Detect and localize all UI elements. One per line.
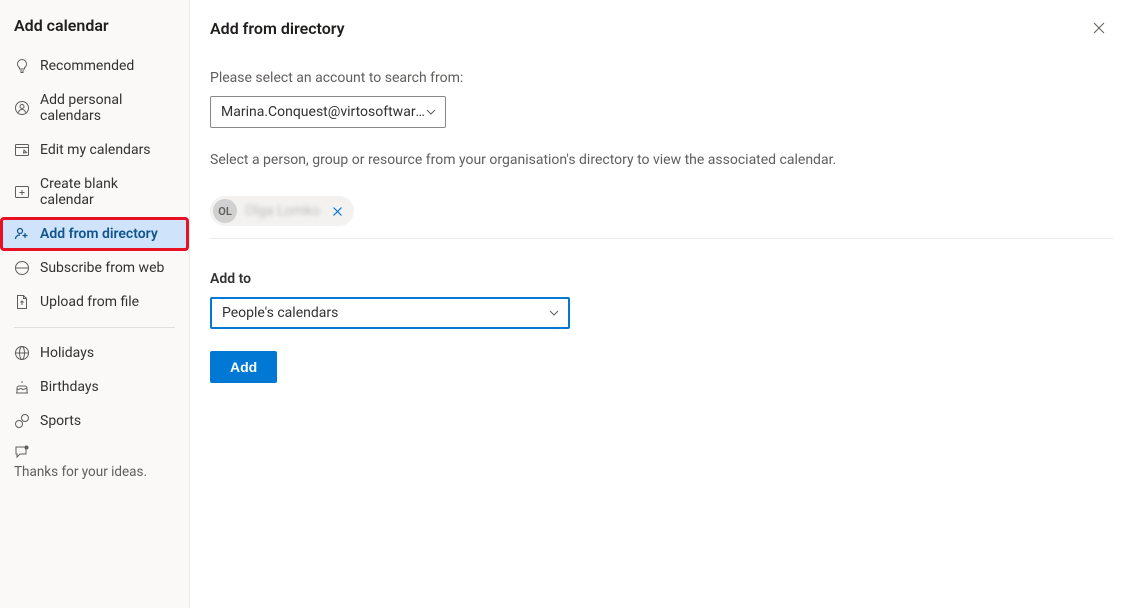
add-button[interactable]: Add [210,351,277,383]
plus-square-icon [14,184,30,200]
sidebar-item-label: Birthdays [40,379,99,395]
user-link-icon [14,100,30,116]
sidebar-item-add-from-directory[interactable]: Add from directory [0,217,189,251]
sidebar-item-add-personal[interactable]: Add personal calendars [0,83,189,133]
page-title: Add from directory [210,19,345,38]
add-to-dropdown[interactable]: People's calendars [210,297,570,329]
sidebar-item-edit-calendars[interactable]: Edit my calendars [0,133,189,167]
sidebar-item-label: Edit my calendars [40,142,151,158]
sidebar-item-create-blank[interactable]: Create blank calendar [0,167,189,217]
sidebar-item-label: Add personal calendars [40,92,175,124]
people-add-icon [14,226,30,242]
remove-person-button[interactable] [328,201,348,221]
sidebar-item-label: Subscribe from web [40,260,164,276]
sidebar-item-label: Upload from file [40,294,139,310]
sidebar-separator [14,327,175,328]
sidebar-item-label: Add from directory [40,226,158,242]
web-icon [14,260,30,276]
account-label: Please select an account to search from: [210,70,1113,86]
sidebar-item-label: Recommended [40,58,134,74]
person-chip[interactable]: OL Olga Lomko [210,196,354,226]
account-dropdown-value: Marina.Conquest@virtosoftware.c... [221,104,425,120]
sidebar-footer-text: Thanks for your ideas. [14,464,175,480]
sidebar-item-subscribe-web[interactable]: Subscribe from web [0,251,189,285]
close-button[interactable] [1085,14,1113,42]
sports-icon [14,413,30,429]
sidebar-item-label: Sports [40,413,81,429]
sidebar-item-sports[interactable]: Sports [0,404,189,438]
chevron-down-icon [548,307,560,319]
selected-people-row: OL Olga Lomko [210,196,1113,239]
edit-calendar-icon [14,142,30,158]
feedback-icon [14,444,30,460]
sidebar-footer: Thanks for your ideas. [0,438,189,486]
lightbulb-icon [14,58,30,74]
sidebar: Add calendar Recommended Add personal ca… [0,0,190,608]
sidebar-item-birthdays[interactable]: Birthdays [0,370,189,404]
globe-icon [14,345,30,361]
sidebar-item-recommended[interactable]: Recommended [0,49,189,83]
person-avatar: OL [213,199,237,223]
instruction-text: Select a person, group or resource from … [210,152,1113,168]
sidebar-title: Add calendar [0,12,189,49]
chevron-down-icon [425,106,437,118]
account-dropdown[interactable]: Marina.Conquest@virtosoftware.c... [210,96,446,128]
cake-icon [14,379,30,395]
sidebar-item-label: Create blank calendar [40,176,175,208]
add-to-dropdown-value: People's calendars [222,305,338,321]
sidebar-item-holidays[interactable]: Holidays [0,336,189,370]
main-panel: Add from directory Please select an acco… [190,0,1133,608]
sidebar-item-upload-file[interactable]: Upload from file [0,285,189,319]
sidebar-item-label: Holidays [40,345,94,361]
file-upload-icon [14,294,30,310]
add-to-label: Add to [210,271,1113,287]
person-name: Olga Lomko [243,203,322,219]
